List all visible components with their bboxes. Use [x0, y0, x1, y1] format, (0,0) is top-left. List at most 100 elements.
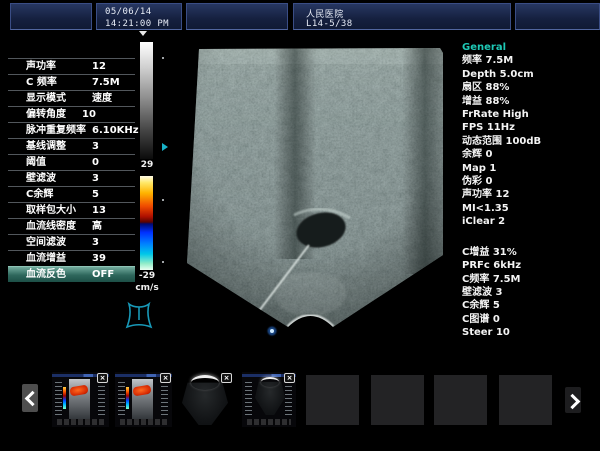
parameter-label: 显示模式: [26, 91, 66, 106]
thumbnail-doppler-2[interactable]: ×: [115, 372, 172, 427]
header-probe-id: L14-5/38: [306, 19, 353, 29]
thumbnail-current-exam[interactable]: ×: [242, 372, 296, 427]
focus-marker-icon: [162, 143, 168, 151]
parameter-value: 7.5M: [92, 75, 120, 90]
parameter-menu: 声功率 12 C 频率 7.5M 显示模式 速度 偏转角度 10 脉冲重复频率 …: [8, 58, 135, 282]
close-icon[interactable]: ×: [97, 373, 108, 383]
header-date: 05/06/14: [105, 7, 152, 17]
thumb-text-specks: [55, 382, 62, 416]
thumb-image: [132, 379, 153, 420]
chevron-left-icon: [25, 391, 41, 407]
parameter-label: 血流反色: [26, 267, 66, 282]
close-icon[interactable]: ×: [221, 373, 232, 383]
parameter-label: 偏转角度: [26, 107, 66, 122]
info-line: iClear 2: [462, 215, 594, 228]
parameter-value: 5: [92, 187, 99, 202]
parameter-value: 高: [92, 219, 102, 234]
header-hospital-panel: 人民医院 L14-5/38: [293, 3, 511, 30]
thumbnail-doppler-1[interactable]: ×: [52, 372, 109, 427]
parameter-row[interactable]: 脉冲重复频率 6.10KHz: [8, 122, 135, 138]
info-line: C增益 31%: [462, 246, 594, 259]
info-line: 伪彩 0: [462, 175, 594, 188]
info-line: MI<1.35: [462, 202, 594, 215]
parameter-label: C余辉: [26, 187, 53, 202]
parameter-label: 血流线密度: [26, 219, 76, 234]
parameter-row[interactable]: 显示模式 速度: [8, 90, 135, 106]
thumb-probe-arc: [191, 375, 219, 390]
parameter-row[interactable]: 血流反色 OFF: [8, 266, 135, 282]
thumbnail-scroll-left-button[interactable]: [22, 384, 38, 412]
header-panel-blank-3: [515, 3, 600, 30]
info-line: C余辉 5: [462, 299, 594, 312]
parameter-label: 血流增益: [26, 251, 66, 266]
parameter-value: 0: [92, 155, 99, 170]
velocity-min-label: -29: [133, 271, 161, 281]
thumb-text-specks: [118, 382, 125, 416]
header-panel-blank-1: [10, 3, 92, 30]
parameter-row[interactable]: 血流线密度 高: [8, 218, 135, 234]
parameter-row[interactable]: 基线调整 3: [8, 138, 135, 154]
parameter-label: 壁滤波: [26, 171, 56, 186]
info-line: 扇区 88%: [462, 81, 594, 94]
info-line: 频率 7.5M: [462, 54, 594, 67]
parameter-value: 速度: [92, 91, 112, 106]
parameter-row[interactable]: 声功率 12: [8, 58, 135, 74]
parameter-row[interactable]: 壁滤波 3: [8, 170, 135, 186]
info-line: PRFc 6kHz: [462, 259, 594, 272]
depth-marker-dot: [162, 57, 164, 59]
velocity-max-label: 29: [133, 160, 161, 170]
parameter-row[interactable]: 阈值 0: [8, 154, 135, 170]
thumb-filmstrip: [57, 419, 104, 425]
parameter-label: 脉冲重复频率: [26, 123, 86, 138]
info-line: FPS 11Hz: [462, 121, 594, 134]
chevron-right-icon: [565, 394, 581, 410]
parameter-row[interactable]: 偏转角度 10: [8, 106, 135, 122]
thumb-image: [69, 379, 90, 420]
parameter-label: C 频率: [26, 75, 57, 90]
info-line: FrRate High: [462, 108, 594, 121]
info-line: 声功率 12: [462, 188, 594, 201]
info-line: Depth 5.0cm: [462, 68, 594, 81]
info-line: 增益 88%: [462, 95, 594, 108]
parameter-value: 6.10KHz: [92, 123, 139, 138]
parameter-label: 取样包大小: [26, 203, 76, 218]
image-info-column: General 频率 7.5M Depth 5.0cm 扇区 88% 增益 88…: [462, 41, 594, 340]
parameter-value: 12: [92, 59, 106, 74]
thumb-doppler-flow: [132, 385, 151, 397]
parameter-value: OFF: [92, 267, 114, 282]
close-icon[interactable]: ×: [160, 373, 171, 383]
parameter-row[interactable]: C 频率 7.5M: [8, 74, 135, 90]
parameter-row[interactable]: 空间滤波 3: [8, 234, 135, 250]
info-line: Map 1: [462, 162, 594, 175]
thumbnail-probe-image[interactable]: ×: [177, 372, 233, 427]
info-line: General: [462, 41, 594, 54]
info-line: Steer 10: [462, 326, 594, 339]
thumbnail-empty-slot: [371, 375, 424, 425]
thumb-color-bar: [63, 387, 66, 409]
parameter-value: 10: [82, 107, 96, 122]
info-block-color: C增益 31% PRFc 6kHz C频率 7.5M 壁滤波 3 C余辉 5 C…: [462, 246, 594, 340]
header-panel-blank-2: [186, 3, 288, 30]
parameter-row[interactable]: C余辉 5: [8, 186, 135, 202]
info-line: C图谱 0: [462, 313, 594, 326]
thumb-doppler-flow: [69, 385, 88, 397]
doppler-color-bar: [140, 176, 153, 270]
ultrasound-image: [182, 44, 448, 340]
ultrasound-workstation: 05/06/14 14:21:00 PM 人民医院 L14-5/38 声功率 1…: [0, 0, 600, 451]
parameter-row[interactable]: 血流增益 39: [8, 250, 135, 266]
parameter-value: 3: [92, 235, 99, 250]
thumb-filmstrip: [120, 419, 167, 425]
thumbnail-empty-slot: [306, 375, 359, 425]
info-line: 动态范围 100dB: [462, 135, 594, 148]
info-block-general: General 频率 7.5M Depth 5.0cm 扇区 88% 增益 88…: [462, 41, 594, 229]
header-time: 14:21:00 PM: [105, 19, 169, 29]
close-icon[interactable]: ×: [284, 373, 295, 383]
header-datetime-panel: 05/06/14 14:21:00 PM: [96, 3, 182, 30]
parameter-row[interactable]: 取样包大小 13: [8, 202, 135, 218]
thumb-color-bar: [126, 387, 129, 409]
info-line: C频率 7.5M: [462, 273, 594, 286]
thumbnail-scroll-right-button[interactable]: [565, 387, 581, 413]
parameter-value: 39: [92, 251, 106, 266]
thumb-text-specks: [245, 382, 252, 416]
thumb-probe-arc: [261, 377, 279, 387]
